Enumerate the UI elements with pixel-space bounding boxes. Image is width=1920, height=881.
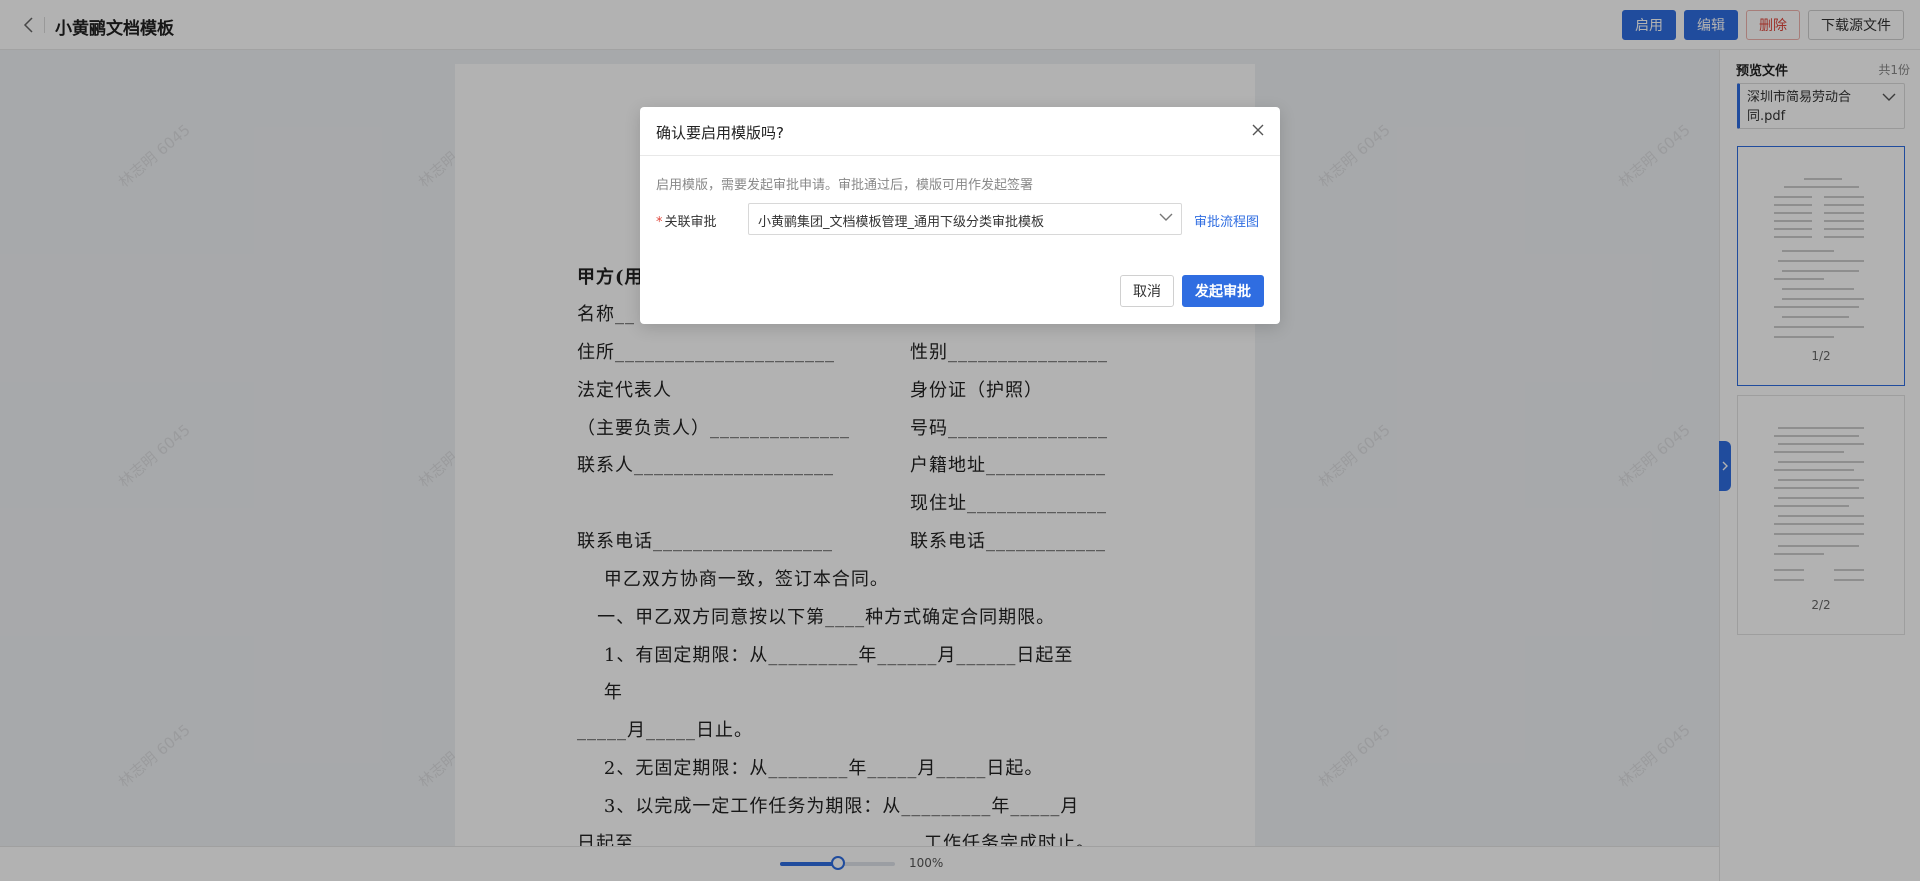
- approval-flow-chart-link[interactable]: 审批流程图: [1194, 211, 1259, 230]
- submit-approval-button[interactable]: 发起审批: [1182, 275, 1264, 307]
- approval-select[interactable]: 小黄鹂集团_文档模板管理_通用下级分类审批模板: [748, 203, 1182, 235]
- dialog-description: 启用模版，需要发起审批申请。审批通过后，模版可用作发起签署: [656, 178, 1034, 193]
- approval-field-label: * 关联审批: [656, 211, 717, 230]
- approval-field-label-text: 关联审批: [664, 215, 717, 230]
- chevron-down-icon: [1159, 213, 1173, 221]
- required-mark: *: [656, 215, 663, 230]
- dialog-footer: 取消 发起审批: [1120, 275, 1264, 307]
- close-icon: [1252, 124, 1264, 136]
- enable-template-dialog: 确认要启用模版吗? 启用模版，需要发起审批申请。审批通过后，模版可用作发起签署 …: [640, 107, 1280, 324]
- close-button[interactable]: [1248, 120, 1268, 140]
- dialog-title: 确认要启用模版吗?: [656, 124, 784, 142]
- dialog-header: 确认要启用模版吗?: [640, 107, 1280, 156]
- cancel-button[interactable]: 取消: [1120, 275, 1174, 307]
- approval-select-value: 小黄鹂集团_文档模板管理_通用下级分类审批模板: [758, 215, 1045, 230]
